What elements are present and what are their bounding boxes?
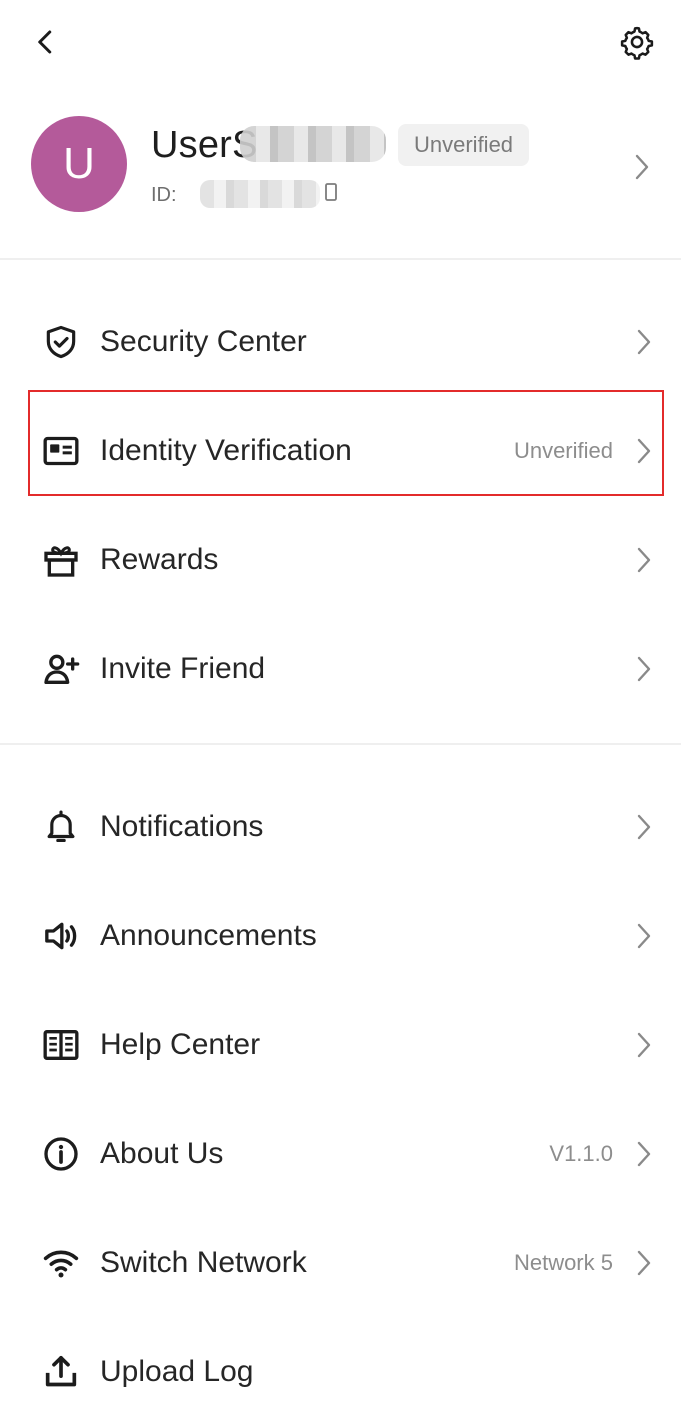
profile-card[interactable]: U UserS Unverified ID: [0, 100, 681, 240]
menu-item-invite-friend[interactable]: Invite Friend [0, 614, 681, 723]
identity-verification-highlight [28, 390, 664, 496]
username-redaction [240, 126, 386, 162]
menu-item-about-us[interactable]: About Us V1.1.0 [0, 1099, 681, 1208]
user-id-label: ID: [151, 184, 177, 206]
speaker-icon [40, 915, 82, 957]
menu-item-label: Notifications [100, 809, 264, 843]
menu-item-announcements[interactable]: Announcements [0, 881, 681, 990]
copy-icon[interactable] [324, 182, 340, 204]
verification-status-badge: Unverified [398, 124, 530, 166]
user-id-redaction [200, 180, 320, 208]
upload-icon [40, 1351, 82, 1393]
chevron-right-icon [637, 656, 651, 681]
top-bar [0, 0, 681, 90]
section-divider [0, 743, 681, 745]
section-divider [0, 258, 681, 260]
back-button[interactable] [24, 20, 68, 64]
menu-item-help-center[interactable]: Help Center [0, 990, 681, 1099]
chevron-right-icon [637, 1250, 651, 1275]
chevron-right-icon [637, 547, 651, 572]
menu-item-label: About Us [100, 1136, 224, 1170]
back-arrow-icon [38, 30, 52, 54]
menu-item-switch-network[interactable]: Switch Network Network 5 [0, 1208, 681, 1317]
chevron-right-icon [635, 154, 649, 180]
chevron-right-icon [637, 1032, 651, 1057]
menu-item-label: Security Center [100, 324, 307, 358]
menu-item-label: Announcements [100, 918, 317, 952]
book-icon [40, 1024, 82, 1066]
menu-item-value: V1.1.0 [549, 1140, 613, 1166]
menu-item-label: Upload Log [100, 1354, 254, 1388]
chevron-right-icon [637, 1141, 651, 1166]
menu-item-upload-log[interactable]: Upload Log [0, 1317, 681, 1426]
chevron-right-icon [637, 814, 651, 839]
bell-icon [40, 806, 82, 848]
gift-icon [40, 539, 82, 581]
menu-item-label: Invite Friend [100, 651, 266, 685]
chevron-right-icon [637, 329, 651, 354]
wifi-icon [40, 1242, 82, 1284]
avatar: U [31, 116, 127, 212]
add-user-icon [40, 648, 82, 690]
menu-item-notifications[interactable]: Notifications [0, 772, 681, 881]
menu-item-label: Switch Network [100, 1245, 307, 1279]
menu-item-label: Rewards [100, 542, 219, 576]
shield-check-icon [40, 321, 82, 363]
chevron-right-icon [637, 923, 651, 948]
settings-button[interactable] [612, 20, 662, 64]
gear-icon [620, 26, 654, 60]
menu-item-security-center[interactable]: Security Center [0, 287, 681, 396]
info-icon [40, 1133, 82, 1175]
menu-item-value: Network 5 [513, 1249, 613, 1275]
menu-item-label: Help Center [100, 1027, 261, 1061]
menu-item-rewards[interactable]: Rewards [0, 505, 681, 614]
